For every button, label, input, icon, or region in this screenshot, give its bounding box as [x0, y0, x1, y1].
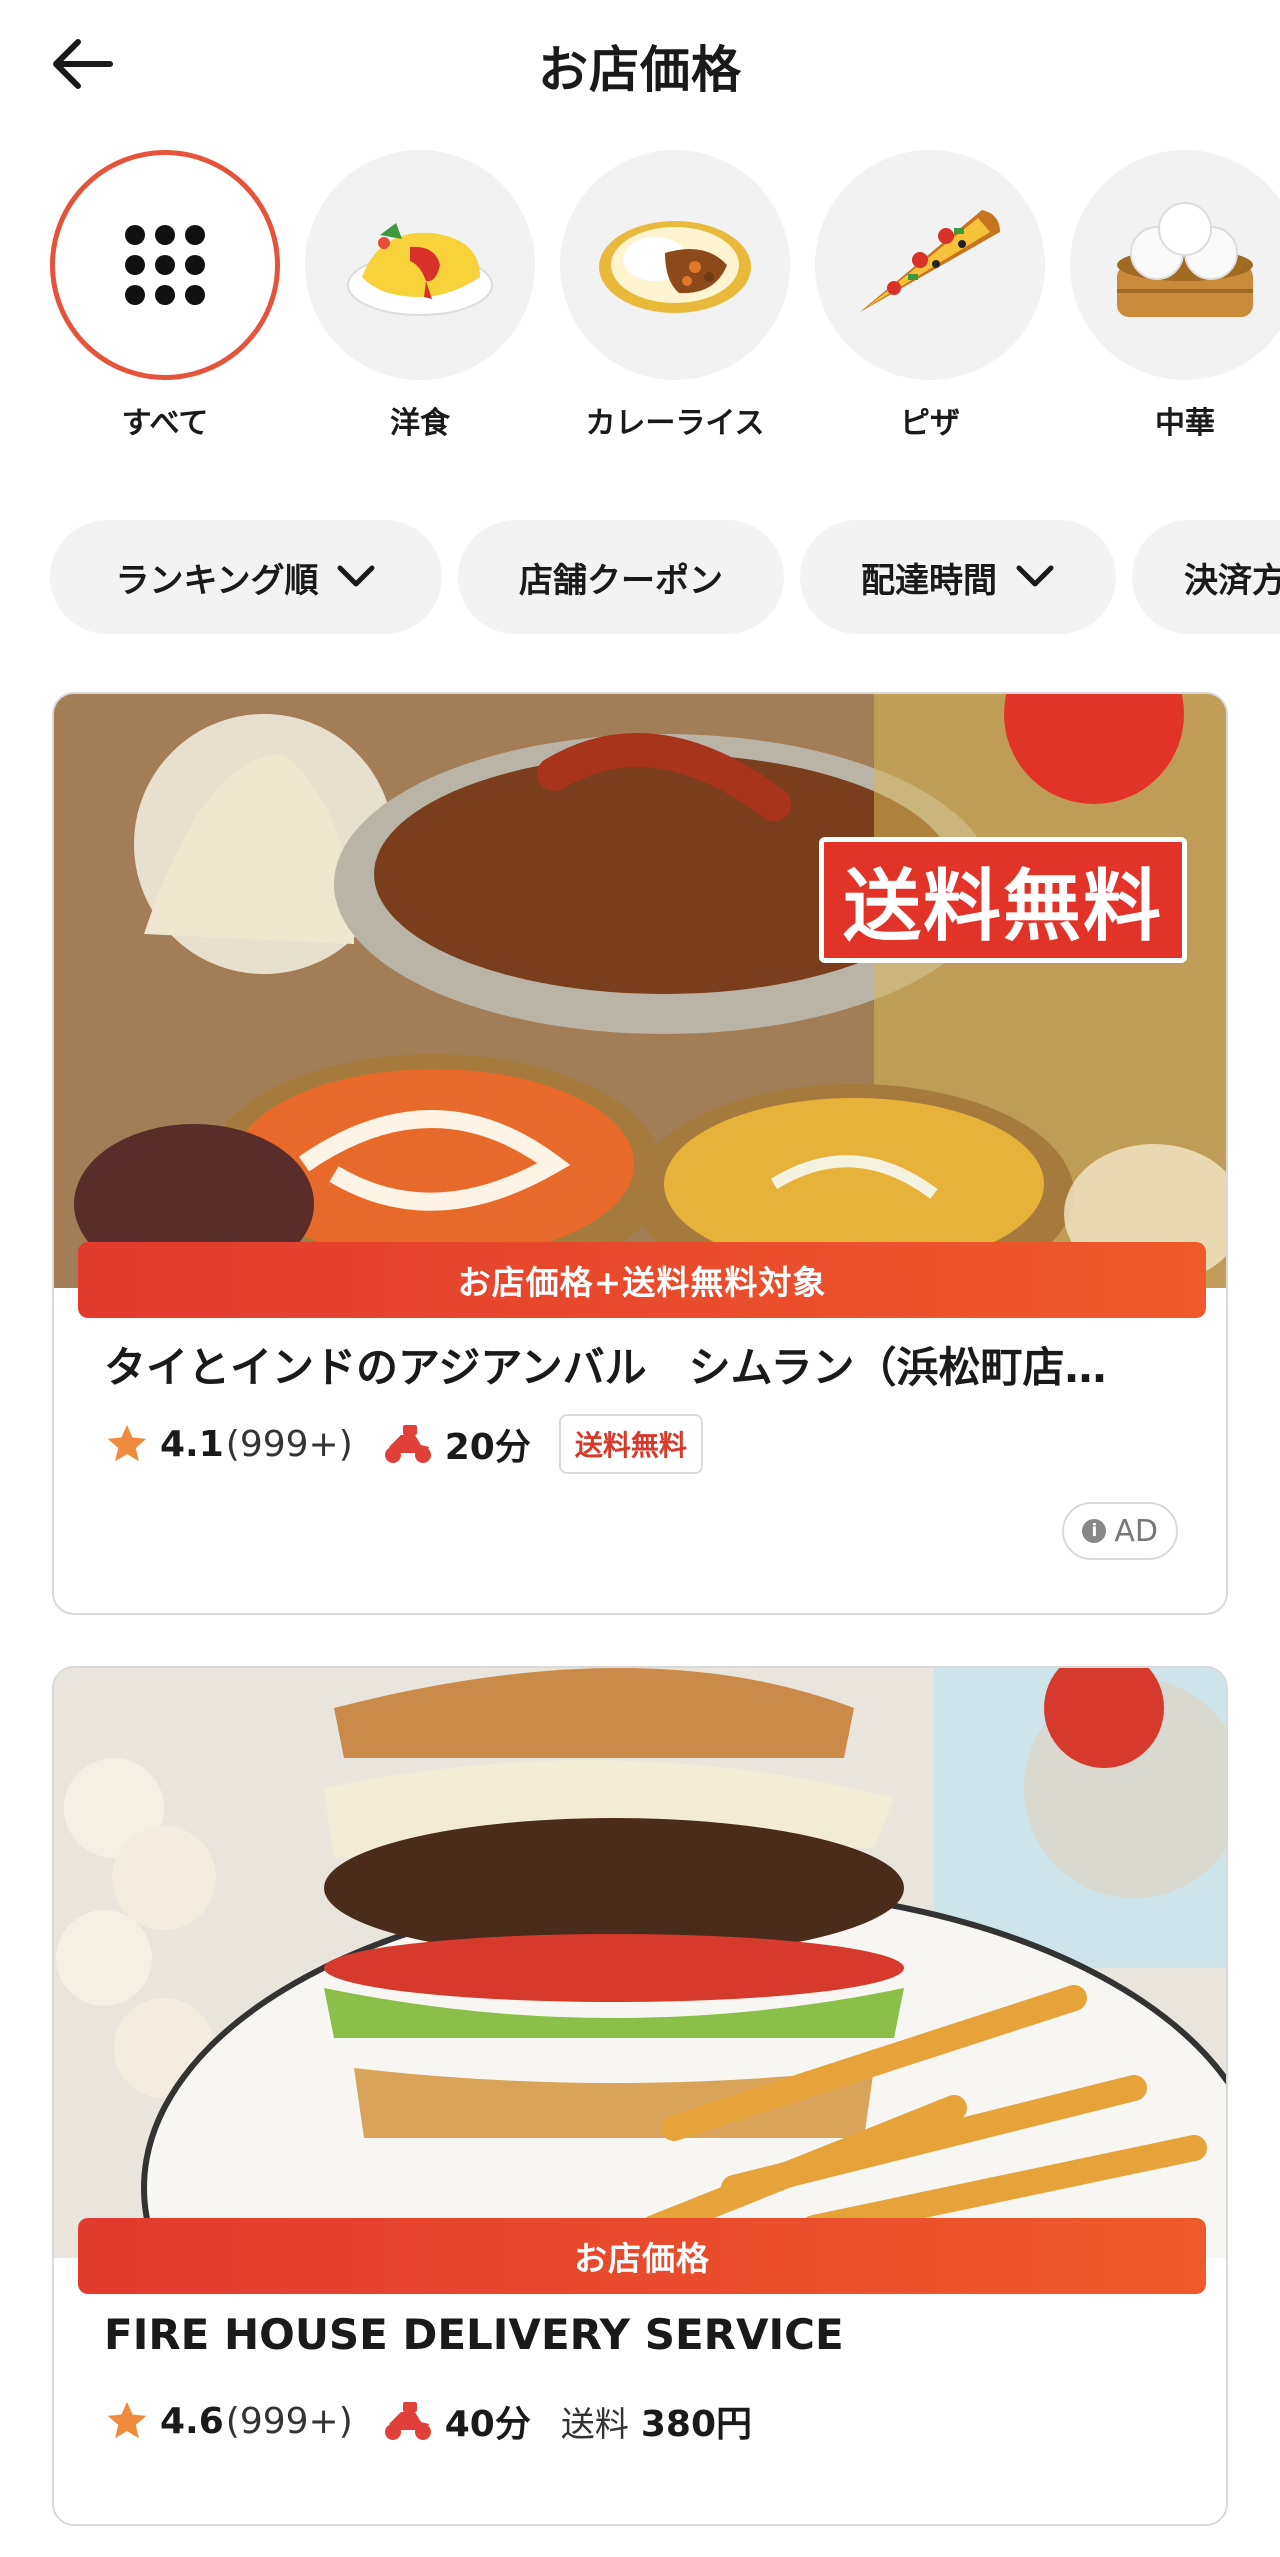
star-icon — [107, 1424, 147, 1462]
promo-banner: お店価格 — [78, 2218, 1206, 2294]
delivery-time: 20分 — [444, 1427, 531, 1468]
sort-ranking-chip[interactable]: ランキング順 — [50, 520, 442, 634]
delivery-fee-label: 送料 — [560, 2404, 629, 2445]
omelette-rice-icon — [347, 223, 493, 316]
free-shipping-stamp: 送料無料 — [819, 837, 1187, 963]
rating-value: 4.1 — [160, 1423, 224, 1465]
chevron-down-icon — [337, 565, 375, 587]
category-label: すべて — [121, 406, 209, 440]
review-count: (999+) — [225, 2400, 353, 2442]
category-circle — [1070, 150, 1280, 380]
category-label: ピザ — [900, 406, 960, 440]
delivery-time-chip[interactable]: 配達時間 — [800, 520, 1116, 634]
chip-label: 決済方 — [1184, 560, 1280, 601]
payment-method-chip[interactable]: 決済方 — [1132, 520, 1280, 634]
review-count: (999+) — [225, 1423, 353, 1465]
ad-label: AD — [1114, 1513, 1158, 1549]
delivery-fee-value: 380円 — [640, 2404, 753, 2445]
curry-rice-icon — [599, 221, 751, 313]
promo-banner: お店価格+送料無料対象 — [78, 1242, 1206, 1318]
category-circle — [560, 150, 790, 380]
store-coupon-chip[interactable]: 店舗クーポン — [458, 520, 784, 634]
store-photo — [54, 694, 1226, 1288]
chevron-down-icon — [1016, 565, 1054, 587]
category-western[interactable]: 洋食 — [305, 150, 535, 440]
category-curry[interactable]: カレーライス — [560, 150, 790, 440]
dim-sum-icon — [1117, 202, 1253, 317]
store-name: FIRE HOUSE DELIVERY SERVICE — [104, 2310, 844, 2359]
category-carousel[interactable]: すべて 洋食 カレーライス ピザ 中華 — [0, 150, 1280, 440]
delivery-scooter-icon — [384, 1425, 431, 1463]
grid-dots-icon — [125, 225, 205, 305]
star-icon — [107, 2401, 147, 2439]
pizza-slice-icon — [860, 210, 1000, 312]
store-name: タイとインドのアジアンバル シムラン（浜松町店… — [104, 1343, 1107, 1392]
free-delivery-badge: 送料無料 — [558, 1414, 703, 1474]
chip-label: ランキング順 — [115, 560, 319, 601]
category-circle — [815, 150, 1045, 380]
header: お店価格 — [0, 0, 1280, 130]
category-label: 洋食 — [390, 406, 450, 440]
filter-bar: ランキング順 店舗クーポン 配達時間 決済方 — [0, 520, 1280, 636]
ad-badge[interactable]: i AD — [1062, 1502, 1178, 1560]
page-title: お店価格 — [538, 41, 742, 99]
store-card[interactable]: お店価格 FIRE HOUSE DELIVERY SERVICE 4.6 (99… — [52, 1666, 1228, 2526]
category-label: 中華 — [1155, 406, 1215, 440]
store-meta: 4.1 (999+) 20分 送料無料 — [104, 1409, 703, 1479]
rating-value: 4.6 — [160, 2400, 224, 2442]
category-chinese[interactable]: 中華 — [1070, 150, 1280, 440]
category-circle — [50, 150, 280, 380]
category-label: カレーライス — [585, 406, 765, 440]
category-all[interactable]: すべて — [50, 150, 280, 440]
chip-label: 店舗クーポン — [519, 560, 723, 601]
category-circle — [305, 150, 535, 380]
delivery-time: 40分 — [444, 2404, 531, 2445]
store-card[interactable]: 送料無料 お店価格+送料無料対象 タイとインドのアジアンバル シムラン（浜松町店… — [52, 692, 1228, 1615]
delivery-scooter-icon — [384, 2402, 431, 2440]
chip-label: 配達時間 — [861, 560, 997, 601]
category-pizza[interactable]: ピザ — [815, 150, 1045, 440]
store-photo — [54, 1668, 1226, 2258]
store-meta: 4.6 (999+) 40分 送料 380円 — [104, 2386, 752, 2456]
info-icon: i — [1082, 1519, 1107, 1543]
